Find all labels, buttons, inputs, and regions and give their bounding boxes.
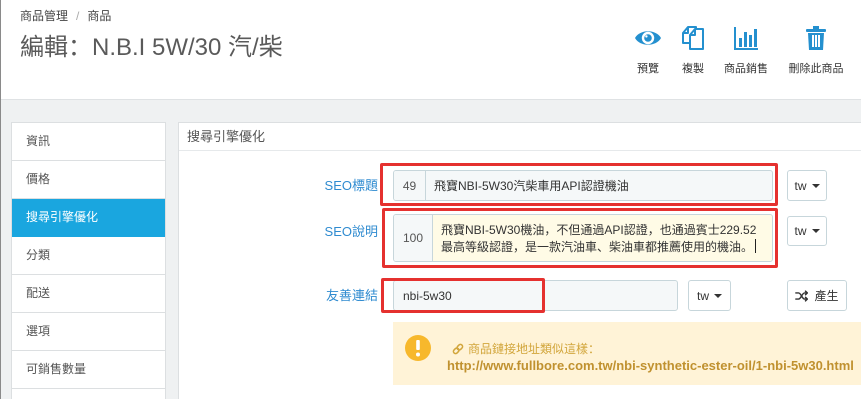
friendly-url-language-value: tw (697, 288, 709, 303)
tab-prices[interactable]: 價格 (12, 161, 165, 199)
friendly-url-input-group (393, 280, 678, 311)
seo-title-input-group: 49 (393, 170, 773, 201)
tab-seo[interactable]: 搜尋引擎優化 (12, 199, 165, 237)
seo-description-language-dropdown[interactable]: tw (787, 216, 827, 246)
bar-chart-icon (734, 27, 758, 50)
seo-title-char-counter: 49 (394, 171, 426, 200)
friendly-url-label: 友善連結 (325, 288, 378, 303)
caret-down-icon (811, 229, 820, 233)
toolbar: 預覽 複製 商品銷售 刪除此商品 (630, 24, 851, 76)
tab-information[interactable]: 資訊 (12, 123, 165, 161)
breadcrumb-item-product-management[interactable]: 商品管理 (20, 8, 68, 24)
generate-url-label: 產生 (814, 289, 839, 303)
example-product-url: http://www.fullbore.com.tw/nbi-synthetic… (447, 358, 854, 373)
url-hint-alert: 商品鏈接地址類似這樣： http://www.fullbore.com.tw/n… (393, 322, 861, 385)
caret-down-icon (714, 293, 722, 298)
friendly-url-language-dropdown[interactable]: tw (688, 280, 731, 311)
preview-button[interactable]: 預覽 (630, 24, 666, 76)
tab-quantities[interactable]: 可銷售數量 (12, 351, 165, 389)
seo-title-language-dropdown[interactable]: tw (787, 170, 827, 201)
url-hint-title: 商品鏈接地址類似這樣： (452, 341, 600, 357)
delete-product-button[interactable]: 刪除此商品 (781, 24, 851, 76)
seo-description-text: 飛寶NBI-5W30機油，不但通過API認證，也通過賓士229.52最高等級認證… (441, 223, 757, 254)
seo-title-label: SEO標題 (324, 178, 378, 193)
tab-shipping[interactable]: 配送 (12, 275, 165, 313)
duplicate-button[interactable]: 複製 (675, 24, 711, 76)
link-icon (452, 343, 464, 355)
product-tabs-sidebar: 資訊 價格 搜尋引擎優化 分類 配送 選項 可銷售數量 (11, 122, 166, 399)
product-sales-label: 商品銷售 (724, 63, 768, 75)
breadcrumb: 商品管理 / 商品 (20, 8, 111, 24)
breadcrumb-item-products[interactable]: 商品 (87, 8, 111, 24)
panel-heading: 搜尋引擎優化 (179, 123, 861, 151)
trash-icon (806, 26, 826, 50)
seo-description-textarea[interactable]: 飛寶NBI-5W30機油，不但通過API認證，也通過賓士229.52最高等級認證… (433, 215, 772, 261)
eye-icon (635, 31, 661, 45)
random-icon (795, 289, 809, 302)
friendly-url-input[interactable] (394, 281, 677, 310)
text-caret (755, 239, 757, 253)
tab-options[interactable]: 選項 (12, 313, 165, 351)
product-sales-button[interactable]: 商品銷售 (720, 24, 772, 76)
seo-title-language-value: tw (794, 178, 807, 193)
breadcrumb-separator: / (76, 9, 80, 23)
seo-title-input[interactable] (426, 171, 772, 200)
warning-icon (405, 335, 431, 361)
caret-down-icon (811, 183, 820, 188)
url-hint-title-text: 商品鏈接地址類似這樣： (468, 342, 601, 356)
seo-description-label: SEO說明 (324, 224, 378, 239)
delete-product-label: 刪除此商品 (788, 63, 844, 75)
duplicate-label: 複製 (682, 63, 704, 75)
generate-url-button[interactable]: 產生 (787, 280, 847, 311)
window-edge (0, 0, 1, 399)
seo-description-char-counter: 100 (394, 215, 433, 261)
seo-description-language-value: tw (794, 224, 807, 238)
page-header: 商品管理 / 商品 編輯：N.B.I 5W/30 汽/柴 預覽 複製 商品銷售 … (0, 0, 861, 100)
seo-panel: 搜尋引擎優化 SEO標題 49 tw SEO說明 100 飛寶NBI-5W30機… (178, 122, 861, 399)
copy-icon (682, 26, 704, 50)
tab-categories[interactable]: 分類 (12, 237, 165, 275)
seo-description-input-group: 100 飛寶NBI-5W30機油，不但通過API認證，也通過賓士229.52最高… (393, 214, 773, 262)
page-title: 編輯：N.B.I 5W/30 汽/柴 (20, 34, 283, 61)
preview-label: 預覽 (637, 63, 659, 75)
